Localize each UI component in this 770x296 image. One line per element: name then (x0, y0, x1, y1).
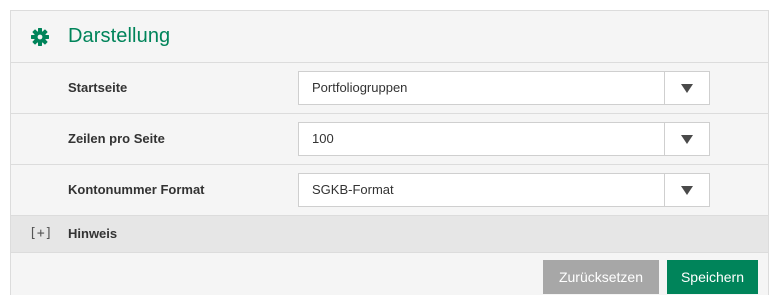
settings-panel: Darstellung Startseite Portfoliogruppen … (10, 10, 769, 295)
setting-row-startseite: Startseite Portfoliogruppen (11, 63, 768, 114)
setting-label: Startseite (68, 80, 128, 95)
section-title: Darstellung (68, 25, 171, 47)
caret-down-icon (681, 185, 693, 195)
setting-row-kontonummer-format: Kontonummer Format SGKB-Format (11, 165, 768, 216)
dropdown-button[interactable] (664, 123, 709, 155)
save-button[interactable]: Speichern (667, 260, 758, 294)
reset-button[interactable]: Zurücksetzen (543, 260, 659, 294)
caret-down-icon (681, 134, 693, 144)
setting-label: Zeilen pro Seite (68, 131, 165, 146)
caret-down-icon (681, 83, 693, 93)
select-value: SGKB-Format (312, 182, 394, 197)
rows-per-page-select[interactable]: 100 (298, 122, 710, 156)
select-value: Portfoliogruppen (312, 80, 408, 95)
button-bar: Zurücksetzen Speichern (11, 253, 768, 295)
setting-row-zeilen-pro-seite: Zeilen pro Seite 100 (11, 114, 768, 165)
hint-toggle[interactable]: [+] Hinweis (11, 216, 768, 253)
expand-icon[interactable]: [+] (29, 226, 52, 241)
startseite-select[interactable]: Portfoliogruppen (298, 71, 710, 105)
dropdown-button[interactable] (664, 174, 709, 206)
gear-icon (31, 27, 49, 46)
hint-label: Hinweis (68, 226, 118, 241)
account-number-format-select[interactable]: SGKB-Format (298, 173, 710, 207)
setting-label: Kontonummer Format (68, 182, 205, 197)
section-header: Darstellung (11, 11, 768, 63)
dropdown-button[interactable] (664, 72, 709, 104)
select-value: 100 (312, 131, 334, 146)
